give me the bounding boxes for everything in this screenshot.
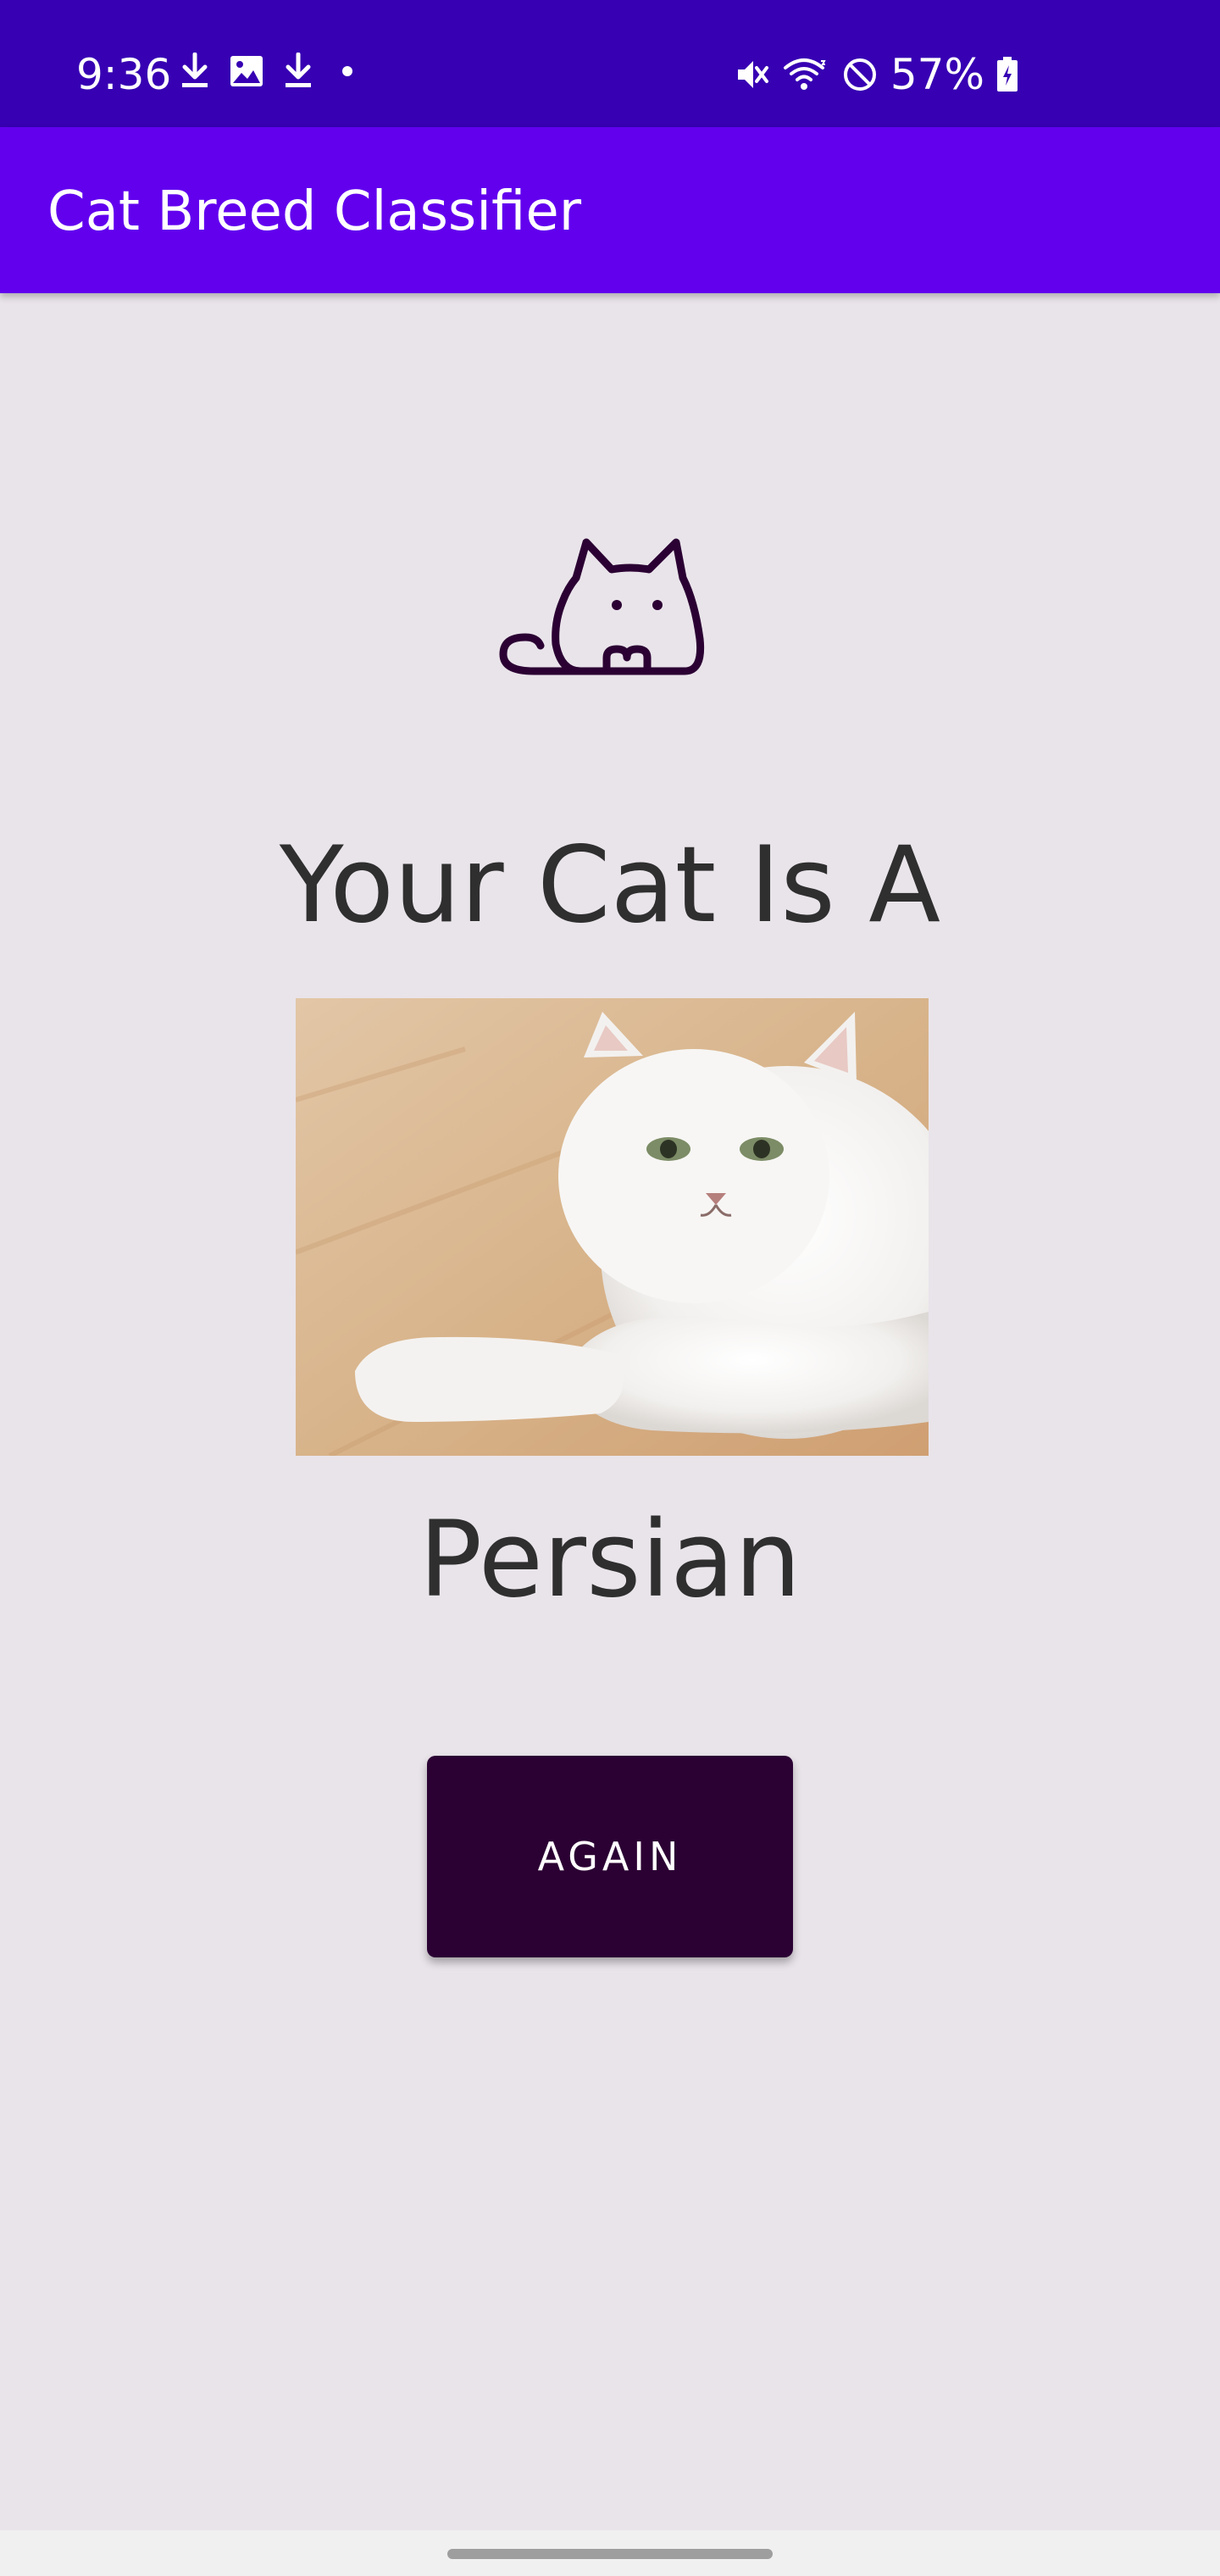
- navigation-bar: [0, 2530, 1220, 2576]
- download-icon: [286, 53, 311, 87]
- again-button[interactable]: AGAIN: [427, 1756, 793, 1957]
- status-time: 9:36: [76, 50, 172, 99]
- breed-name: Persian: [419, 1499, 801, 1621]
- dot-icon: [342, 66, 352, 76]
- result-headline: Your Cat Is A: [279, 824, 941, 947]
- app-title: Cat Breed Classifier: [47, 180, 582, 243]
- system-icons: 57%: [733, 47, 1018, 102]
- cat-photo: [296, 998, 929, 1456]
- mute-icon: [737, 61, 768, 88]
- status-bar: 9:36 57%: [0, 0, 1220, 127]
- cat-outline-icon: [499, 538, 705, 675]
- do-not-disturb-icon: [843, 58, 876, 91]
- image-icon: [230, 56, 263, 86]
- battery-charging-icon: [997, 57, 1018, 92]
- app-bar: Cat Breed Classifier: [0, 127, 1220, 293]
- battery-percentage: 57%: [890, 50, 984, 99]
- notification-icons: [180, 53, 356, 90]
- home-gesture-handle[interactable]: [447, 2549, 773, 2559]
- wifi-icon: [783, 58, 826, 90]
- download-icon: [182, 53, 208, 87]
